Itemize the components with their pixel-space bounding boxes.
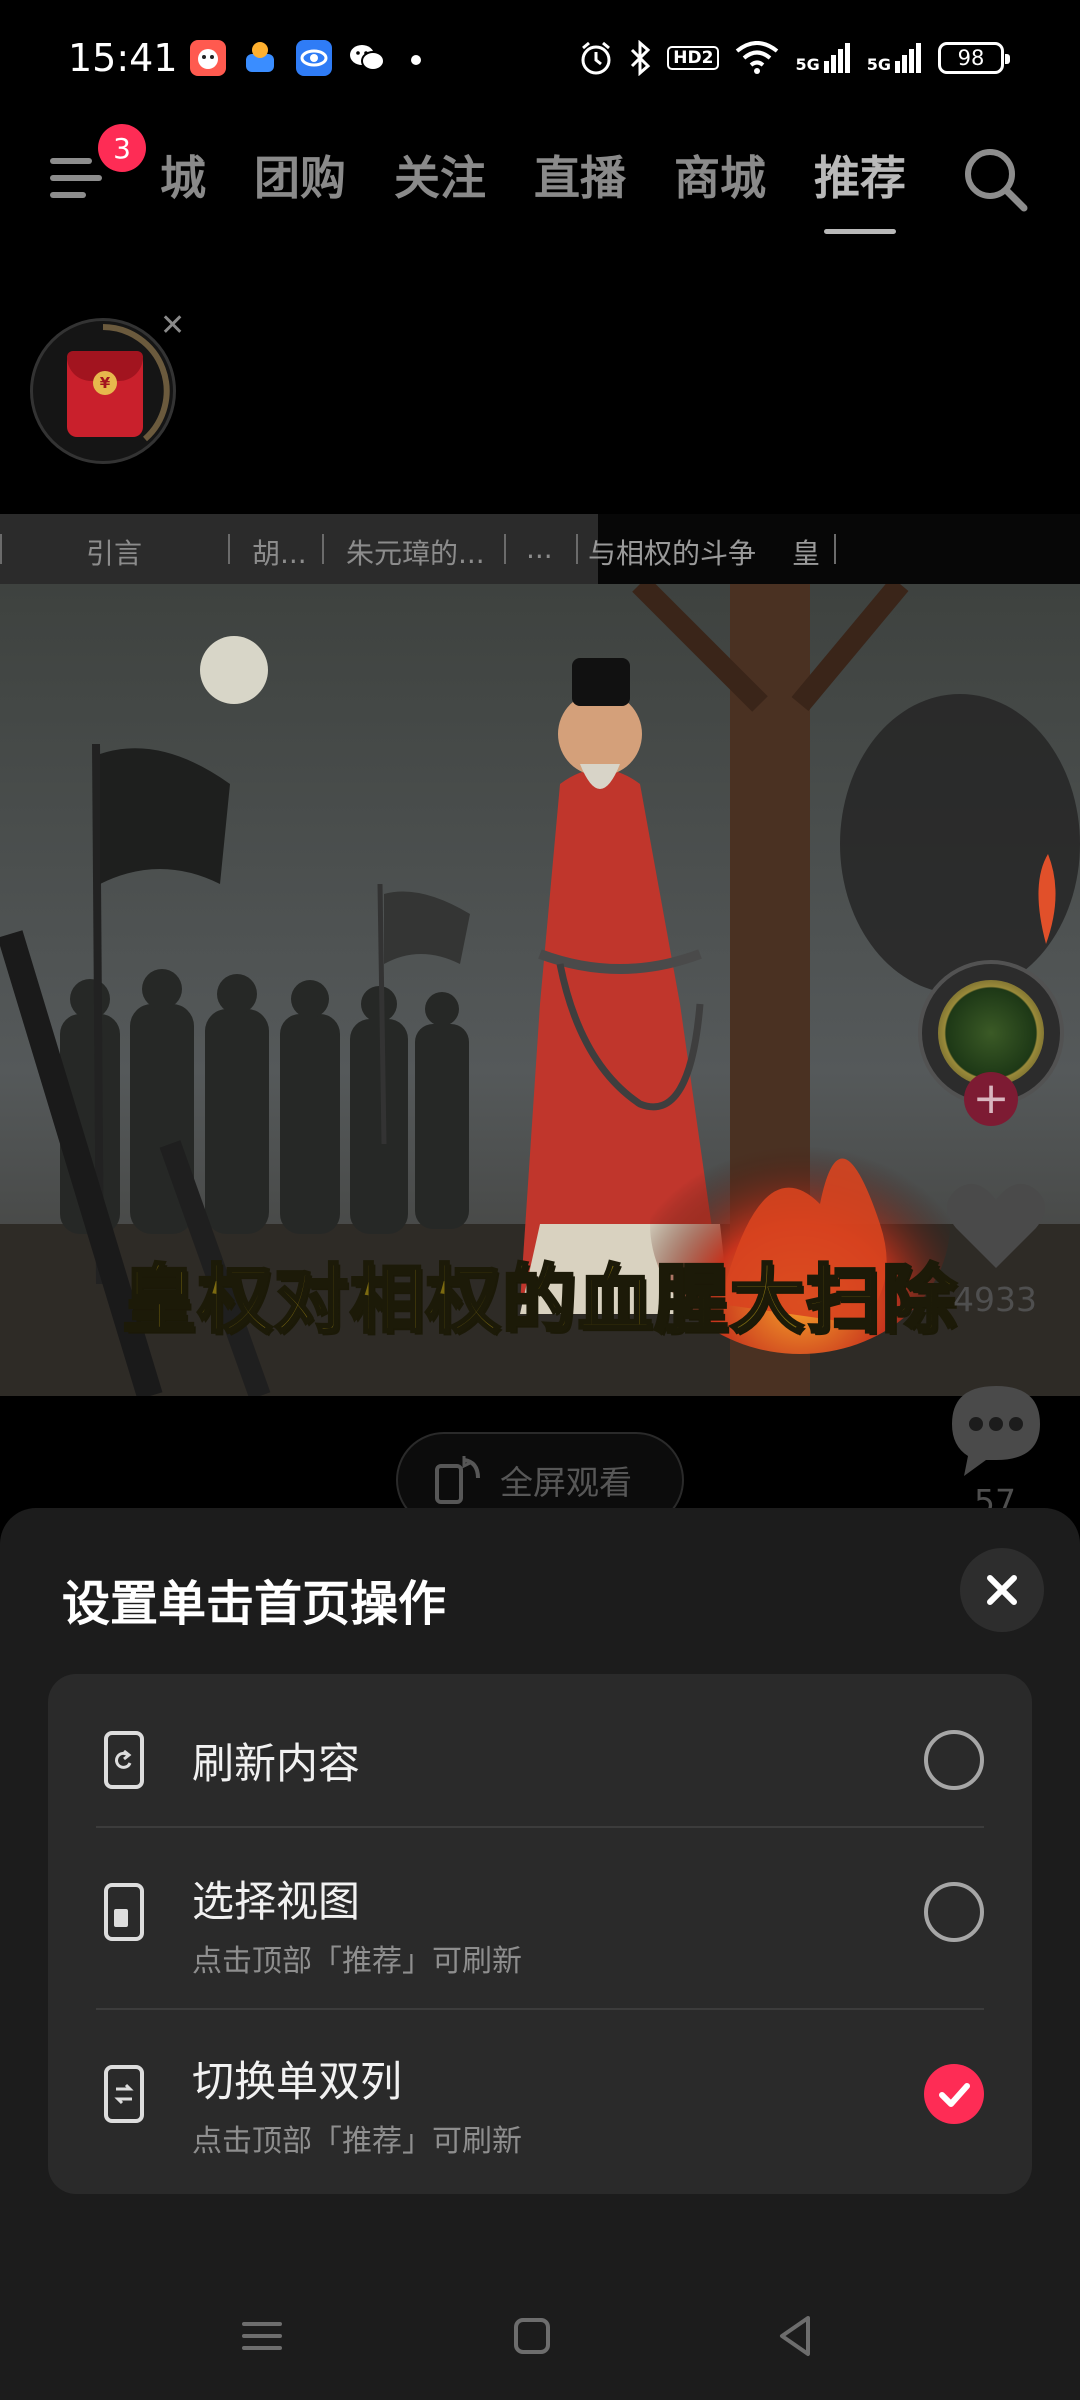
- video-player[interactable]: 皇权对相权的血腥大扫除: [0, 584, 1080, 1396]
- tab-live[interactable]: 直播: [534, 142, 626, 212]
- option-sublabel: 点击顶部「推荐」可刷新: [192, 2124, 522, 2159]
- heart-icon: [947, 1183, 1045, 1268]
- option-label: 切换单双列: [192, 2057, 403, 2106]
- options-list: 刷新内容 选择视图 点击顶部「推荐」可刷新 切换单双列 点击顶部「推荐」可刷新: [48, 1674, 1032, 2194]
- top-nav: 3 城 团购 关注 直播 商城 推荐: [0, 124, 1080, 240]
- chapter-item[interactable]: 朱元璋的...: [346, 532, 485, 572]
- red-packet-widget[interactable]: ¥: [30, 318, 176, 464]
- tab-recommend[interactable]: 推荐: [814, 142, 906, 234]
- fullscreen-rotate-icon: [435, 1456, 480, 1504]
- menu-button[interactable]: [46, 148, 106, 208]
- tab-following[interactable]: 关注: [394, 142, 486, 212]
- option-radio-selected[interactable]: [924, 2064, 984, 2124]
- chapter-divider: [834, 534, 836, 564]
- feed-tabs: 城 团购 关注 直播 商城 推荐: [160, 142, 954, 234]
- chapter-divider: [228, 534, 230, 564]
- option-switch-columns[interactable]: 切换单双列 点击顶部「推荐」可刷新: [48, 2008, 1032, 2180]
- follow-button[interactable]: +: [964, 1072, 1018, 1126]
- recents-button[interactable]: [232, 2306, 292, 2366]
- chapter-strip: 引言 胡... 朱元璋的... ... 与相权的斗争 皇: [0, 514, 1080, 584]
- wifi-icon: [735, 41, 779, 75]
- red-packet-close-button[interactable]: ✕: [160, 308, 185, 343]
- search-button[interactable]: [960, 144, 1030, 214]
- option-label: 刷新内容: [192, 1739, 361, 1788]
- coin-icon: ¥: [93, 371, 117, 395]
- option-refresh-content[interactable]: 刷新内容: [48, 1674, 1032, 1846]
- sheet-close-button[interactable]: [960, 1548, 1044, 1632]
- comment-icon: [952, 1386, 1040, 1476]
- view-icon: [104, 1883, 144, 1941]
- chapter-item[interactable]: 与相权的斗争: [588, 532, 756, 572]
- settings-sheet: 设置单击首页操作 刷新内容 选择视图 点击顶部「推荐」可刷新 切换单双列 点击顶…: [0, 1508, 1080, 2400]
- notification-badge: 3: [98, 124, 146, 172]
- status-right-group: HD2 5G 5G 98: [579, 38, 1010, 78]
- close-icon: [987, 1575, 1017, 1605]
- fullscreen-label: 全屏观看: [500, 1463, 632, 1502]
- option-select-view[interactable]: 选择视图 点击顶部「推荐」可刷新: [48, 1826, 1032, 1998]
- home-button[interactable]: [502, 2306, 562, 2366]
- bluetooth-icon: [629, 40, 651, 76]
- menu-lines-icon: [242, 2322, 282, 2350]
- status-bar: 15:41 HD2 5G 5G 98: [0, 0, 1080, 120]
- option-radio[interactable]: [924, 1730, 984, 1790]
- chapter-divider: [0, 534, 2, 564]
- square-icon: [514, 2318, 550, 2354]
- chapter-divider: [322, 534, 324, 564]
- signal-1-icon: 5G: [795, 43, 850, 73]
- chapter-item[interactable]: 皇: [792, 532, 820, 572]
- signal-2-icon: 5G: [867, 43, 922, 73]
- menu-icon: [50, 158, 92, 164]
- notification-dot: [411, 55, 421, 65]
- refresh-icon: [104, 1731, 144, 1789]
- option-sublabel: 点击顶部「推荐」可刷新: [192, 1944, 522, 1979]
- menu-icon-bar: [50, 192, 86, 198]
- battery-icon: 98: [938, 42, 1010, 74]
- app-icon-game: [242, 40, 278, 76]
- sheet-title: 设置单击首页操作: [62, 1576, 447, 1632]
- wechat-icon: [348, 40, 385, 76]
- chapter-item[interactable]: 引言: [86, 532, 142, 572]
- like-button[interactable]: [946, 1180, 1046, 1276]
- chapter-divider: [504, 534, 506, 564]
- chapter-divider: [576, 534, 578, 564]
- tab-city[interactable]: 城: [160, 142, 206, 212]
- app-icon-blue: [296, 40, 332, 76]
- menu-icon-bar: [50, 175, 102, 181]
- chapter-item[interactable]: 胡...: [252, 532, 307, 572]
- search-icon: [965, 149, 1028, 212]
- comment-button[interactable]: [946, 1378, 1046, 1482]
- tab-group-buy[interactable]: 团购: [254, 142, 346, 212]
- red-envelope-icon: ¥: [67, 351, 143, 437]
- switch-columns-icon: [104, 2065, 144, 2123]
- back-triangle-icon: [780, 2316, 810, 2356]
- avatar-image: [938, 980, 1044, 1086]
- system-nav-bar: [0, 2290, 1080, 2380]
- checkmark-icon: [939, 2083, 970, 2107]
- option-label: 选择视图: [192, 1877, 361, 1926]
- hd-icon: HD2: [667, 46, 720, 70]
- like-count: 4933: [953, 1280, 1037, 1319]
- tab-mall[interactable]: 商城: [674, 142, 766, 212]
- option-radio[interactable]: [924, 1882, 984, 1942]
- status-time: 15:41: [68, 36, 178, 80]
- back-button[interactable]: [766, 2306, 826, 2366]
- alarm-icon: [579, 40, 613, 76]
- app-icon-red: [190, 40, 226, 76]
- chapter-item[interactable]: ...: [526, 532, 553, 565]
